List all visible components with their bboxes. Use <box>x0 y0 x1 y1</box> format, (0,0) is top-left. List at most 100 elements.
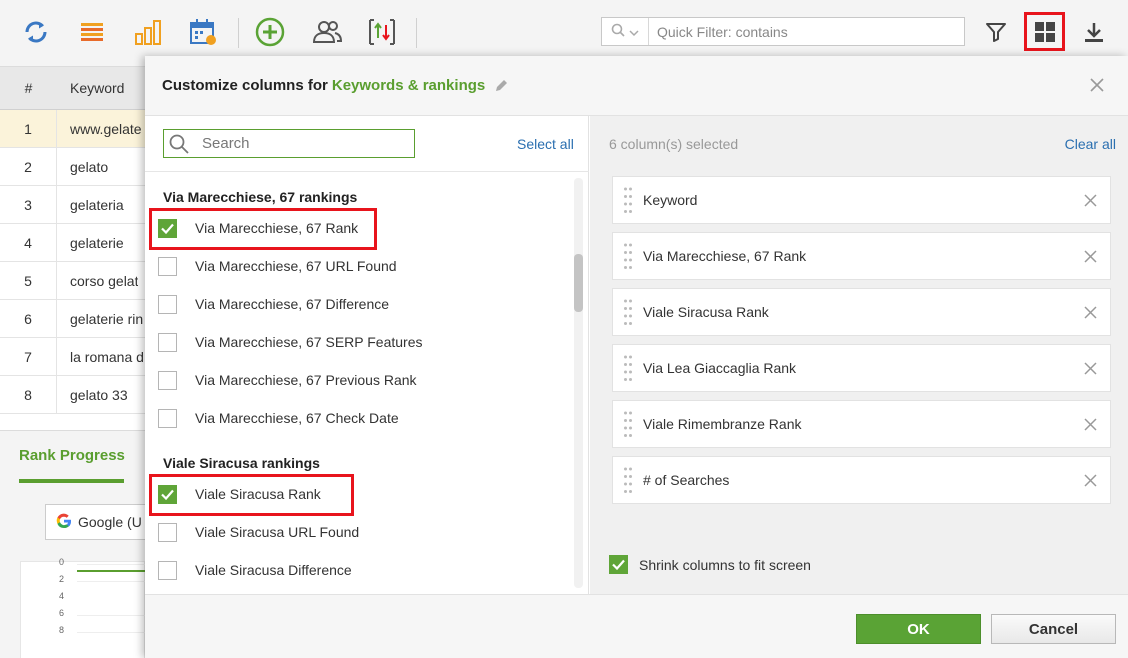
pencil-icon[interactable] <box>494 78 509 93</box>
drag-handle-icon[interactable] <box>613 242 643 270</box>
option-via-marecchiese-difference[interactable]: Via Marecchiese, 67 Difference <box>158 286 389 322</box>
checkbox[interactable] <box>158 522 177 542</box>
close-icon[interactable] <box>1088 76 1106 94</box>
quick-filter-input[interactable] <box>649 23 964 40</box>
remove-icon[interactable] <box>1070 193 1110 207</box>
scrollbar[interactable] <box>574 178 583 588</box>
selected-column-item[interactable]: Viale Siracusa Rank <box>612 288 1111 336</box>
table-row[interactable]: 4 gelaterie <box>0 224 145 262</box>
download-icon[interactable] <box>1077 14 1111 50</box>
row-keyword: la romana d <box>70 348 144 365</box>
search-engine-selector[interactable]: Google (U <box>45 504 155 540</box>
refresh-icon[interactable] <box>19 14 53 50</box>
option-via-marecchiese-check-date[interactable]: Via Marecchiese, 67 Check Date <box>158 400 399 436</box>
search-icon <box>164 134 194 154</box>
drag-handle-icon[interactable] <box>613 354 643 382</box>
option-viale-siracusa-url-found[interactable]: Viale Siracusa URL Found <box>158 514 359 550</box>
row-keyword: gelaterie rin <box>70 310 144 327</box>
option-label: Via Marecchiese, 67 Check Date <box>195 410 399 426</box>
checkbox[interactable] <box>158 408 177 428</box>
drag-handle-icon[interactable] <box>613 186 643 214</box>
bar-chart-icon[interactable] <box>131 14 165 50</box>
filter-icon[interactable] <box>979 14 1013 50</box>
search-engine-label: Google (U <box>78 514 142 530</box>
selected-column-label: Via Marecchiese, 67 Rank <box>643 248 807 264</box>
clear-all-link[interactable]: Clear all <box>1065 136 1116 152</box>
remove-icon[interactable] <box>1070 249 1110 263</box>
calendar-icon[interactable] <box>186 14 220 50</box>
active-tab-indicator <box>19 479 124 483</box>
row-keyword: gelaterie <box>70 234 124 251</box>
customize-columns-dialog: Customize columns for Keywords & ranking… <box>145 56 1128 658</box>
checkbox[interactable] <box>158 560 177 580</box>
selected-column-label: Keyword <box>643 192 698 208</box>
selected-column-label: Viale Siracusa Rank <box>643 304 769 320</box>
row-number: 3 <box>0 186 57 223</box>
cancel-button[interactable]: Cancel <box>991 614 1116 644</box>
sort-icon[interactable] <box>365 14 399 50</box>
drag-handle-icon[interactable] <box>613 410 643 438</box>
list-icon[interactable] <box>75 14 109 50</box>
group-title: Viale Siracusa rankings <box>163 455 320 471</box>
ok-button[interactable]: OK <box>856 614 981 644</box>
column-header-number[interactable]: # <box>0 67 57 109</box>
remove-icon[interactable] <box>1070 305 1110 319</box>
scrollbar-thumb[interactable] <box>574 254 583 312</box>
selected-column-item[interactable]: Keyword <box>612 176 1111 224</box>
row-keyword: gelateria <box>70 196 124 213</box>
row-number: 8 <box>0 376 57 413</box>
option-via-marecchiese-previous-rank[interactable]: Via Marecchiese, 67 Previous Rank <box>158 362 417 398</box>
checkbox[interactable] <box>158 370 177 390</box>
table-row[interactable]: 6 gelaterie rin <box>0 300 145 338</box>
drag-handle-icon[interactable] <box>613 466 643 494</box>
rank-line <box>77 570 146 572</box>
selected-column-label: # of Searches <box>643 472 730 488</box>
drag-handle-icon[interactable] <box>613 298 643 326</box>
highlight-frame <box>149 474 354 516</box>
table-row[interactable]: 2 gelato <box>0 148 145 186</box>
add-icon[interactable] <box>253 14 287 50</box>
table-row[interactable]: 3 gelateria <box>0 186 145 224</box>
users-icon[interactable] <box>310 14 344 50</box>
select-all-link[interactable]: Select all <box>517 136 574 152</box>
tick-label: 0 <box>59 557 65 567</box>
row-keyword: corso gelat <box>70 272 139 289</box>
shrink-columns-option[interactable]: Shrink columns to fit screen <box>609 555 811 574</box>
selected-column-item[interactable]: Via Lea Giaccaglia Rank <box>612 344 1111 392</box>
row-number: 7 <box>0 338 57 375</box>
rank-progress-chart: 0 2 4 6 8 <box>20 557 146 658</box>
table-row[interactable]: 7 la romana d <box>0 338 145 376</box>
row-number: 5 <box>0 262 57 299</box>
checkbox[interactable] <box>158 256 177 276</box>
tab-rank-progress[interactable]: Rank Progress <box>19 447 125 464</box>
option-via-marecchiese-url-found[interactable]: Via Marecchiese, 67 URL Found <box>158 248 397 284</box>
table-row[interactable]: 1 www.gelate <box>0 110 145 148</box>
highlight-frame <box>149 208 377 250</box>
remove-icon[interactable] <box>1070 417 1110 431</box>
keywords-table: # Keyword 1 www.gelate 2 gelato 3 gelateria… <box>0 67 145 414</box>
selected-column-item[interactable]: Via Marecchiese, 67 Rank <box>612 232 1111 280</box>
selected-columns-pane: 6 column(s) selected Clear all Keyword V… <box>590 116 1128 594</box>
selected-column-item[interactable]: # of Searches <box>612 456 1111 504</box>
dialog-footer: OK Cancel <box>145 594 1128 658</box>
checkbox[interactable] <box>158 294 177 314</box>
shrink-columns-label: Shrink columns to fit screen <box>639 556 811 573</box>
chevron-down-icon <box>629 24 639 40</box>
selected-column-item[interactable]: Viale Rimembranze Rank <box>612 400 1111 448</box>
columns-grid-icon[interactable] <box>1024 12 1065 51</box>
option-via-marecchiese-serp-features[interactable]: Via Marecchiese, 67 SERP Features <box>158 324 423 360</box>
row-number: 2 <box>0 148 57 185</box>
table-row[interactable]: 5 corso gelat <box>0 262 145 300</box>
remove-icon[interactable] <box>1070 361 1110 375</box>
quick-filter <box>601 17 965 46</box>
option-viale-siracusa-difference[interactable]: Viale Siracusa Difference <box>158 552 352 588</box>
column-header-keyword[interactable]: Keyword <box>57 80 124 96</box>
filter-mode-dropdown[interactable] <box>602 18 649 45</box>
checkbox[interactable] <box>158 332 177 352</box>
tick-label: 8 <box>59 625 65 635</box>
search-input[interactable] <box>194 135 414 152</box>
table-row[interactable]: 8 gelato 33 <box>0 376 145 414</box>
checkbox-checked[interactable] <box>609 555 628 574</box>
option-label: Via Marecchiese, 67 Difference <box>195 296 390 312</box>
remove-icon[interactable] <box>1070 473 1110 487</box>
